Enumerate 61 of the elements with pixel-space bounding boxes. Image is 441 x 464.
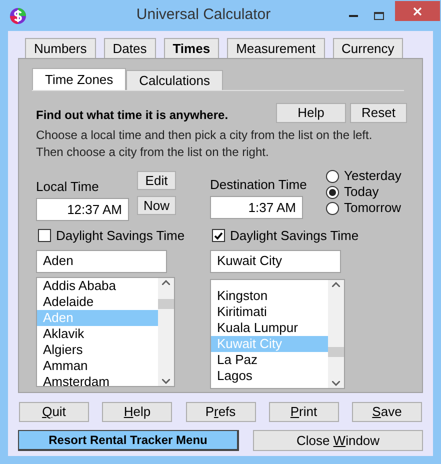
local-time-field[interactable]: 12:37 AM (36, 198, 129, 221)
scroll-up-icon[interactable] (162, 280, 170, 284)
radio-button[interactable] (326, 186, 339, 198)
window-title: Universal Calculator (135, 5, 272, 26)
heading: Find out what time it is anywhere. (36, 107, 230, 124)
tab[interactable]: Times (164, 38, 220, 58)
checkbox-label: Daylight Savings Time (56, 227, 185, 245)
close-icon (413, 6, 422, 16)
radio-label: Today (344, 183, 379, 202)
city-list-item[interactable]: Amman (37, 358, 158, 374)
checkbox[interactable] (212, 229, 225, 242)
city-list-item[interactable]: Lagos (211, 368, 328, 384)
close-button[interactable] (395, 1, 440, 21)
tab[interactable]: Dates (104, 38, 156, 58)
subtab[interactable]: Calculations (126, 70, 223, 90)
scroll-down-icon[interactable] (162, 378, 170, 384)
radio-button[interactable] (326, 170, 339, 182)
radio-label: Tomorrow (344, 199, 402, 218)
instruction-text: Choose a local time and then pick a city from the list on the left. (36, 127, 374, 144)
destination-time-label: Destination Time (210, 176, 308, 193)
menu-button[interactable]: Resort Rental Tracker Menu (18, 430, 239, 451)
footer-button[interactable]: Print (268, 402, 339, 422)
subtab[interactable]: Time Zones (32, 68, 126, 90)
tab[interactable]: Currency (332, 38, 404, 58)
checkmark-icon (214, 232, 223, 240)
footer-button[interactable]: Prefs (186, 402, 256, 422)
scrollbar[interactable] (328, 280, 344, 388)
close-window-button[interactable]: Close Window (253, 430, 423, 451)
city-list-item[interactable]: Amsterdam (37, 374, 158, 386)
radio-label: Yesterday (344, 167, 402, 186)
local-city-field[interactable]: Aden (36, 250, 167, 272)
city-list-item[interactable]: Kuala Lumpur (211, 320, 328, 336)
city-list-item[interactable]: Addis Ababa (37, 278, 158, 294)
city-list-item[interactable]: La Paz (211, 352, 328, 368)
footer-button[interactable]: Quit (19, 402, 89, 422)
local-time-label: Local Time (36, 178, 100, 195)
scroll-down-icon[interactable] (332, 380, 340, 386)
instruction-text: Then choose a city from the list on the right. (36, 144, 270, 161)
city-list-item[interactable]: Kiritimati (211, 304, 328, 320)
city-list-item[interactable]: Aklavik (37, 326, 158, 342)
destination-city-field[interactable]: Kuwait City (210, 250, 341, 272)
city-list-item[interactable]: Adelaide (37, 294, 158, 310)
tab[interactable]: Numbers (25, 38, 96, 58)
checkbox[interactable] (38, 229, 51, 242)
radio-button[interactable] (326, 202, 339, 214)
city-list-item[interactable]: Algiers (37, 342, 158, 358)
app-logo-icon (9, 6, 27, 24)
checkbox-label: Daylight Savings Time (230, 227, 359, 245)
city-list-item[interactable]: Kingston (211, 288, 328, 304)
reset-button[interactable]: Reset (350, 102, 407, 122)
edit-button[interactable]: Edit (137, 171, 176, 190)
scroll-thumb[interactable] (158, 298, 174, 308)
now-button[interactable]: Now (137, 196, 176, 215)
scroll-thumb[interactable] (328, 346, 344, 356)
scroll-up-icon[interactable] (332, 282, 340, 286)
help-button[interactable]: Help (276, 102, 346, 122)
footer-button[interactable]: Save (352, 402, 422, 422)
scrollbar[interactable] (158, 278, 174, 386)
destination-time-field[interactable]: 1:37 AM (210, 196, 303, 219)
tab[interactable]: Measurement (227, 38, 325, 58)
footer-button[interactable]: Help (102, 402, 172, 422)
